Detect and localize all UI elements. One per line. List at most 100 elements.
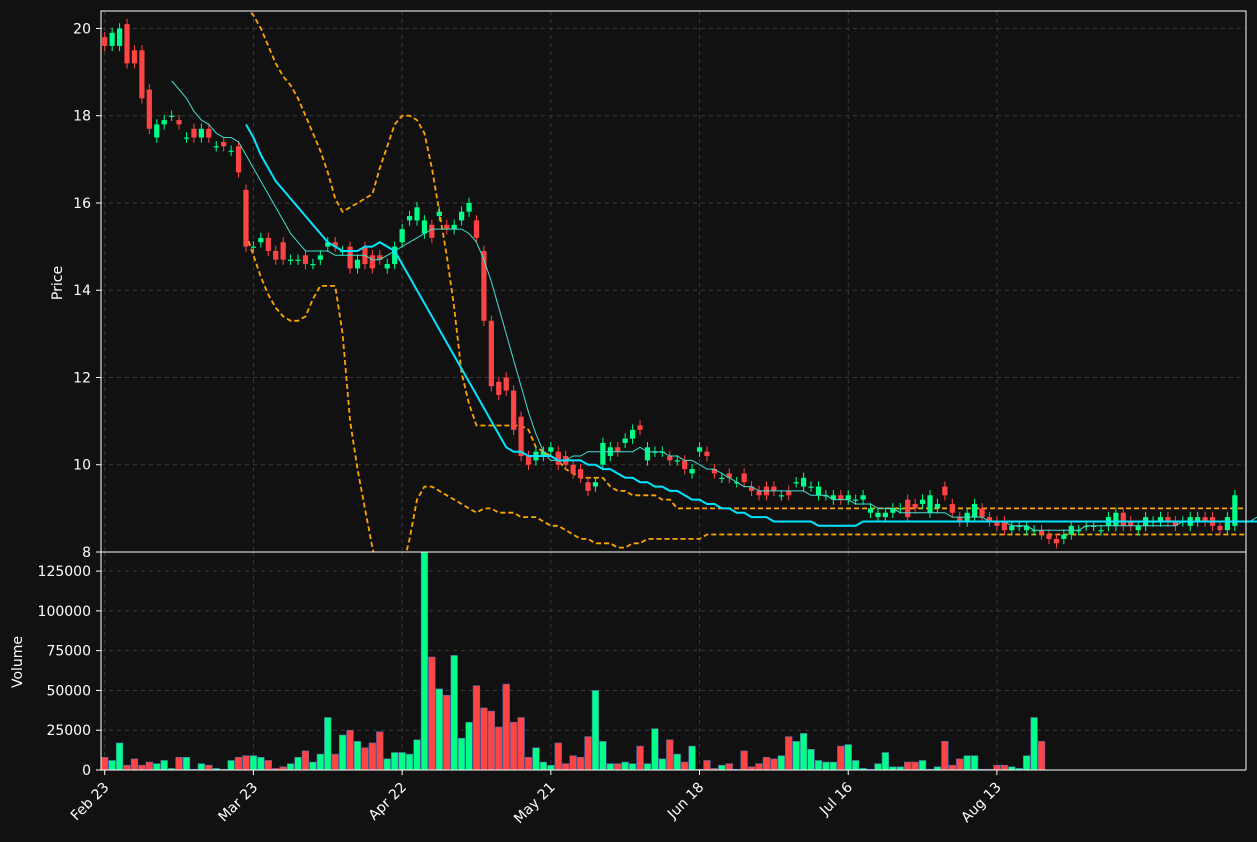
candle-body [860,495,866,500]
ma-short-line [171,80,1257,531]
candle-body [949,504,955,513]
volume-bar [309,761,317,771]
volume-bar [1030,717,1038,771]
volume-bar [636,745,644,771]
volume-bar [368,742,377,771]
volume-bar [792,741,800,771]
volume-bar [234,756,243,771]
volume-bar [651,728,659,771]
candle-body [496,381,502,395]
candle-body [548,447,554,452]
candle-body [503,377,509,391]
candle-body [815,486,822,496]
volume-bar [391,752,399,771]
candle-body [1009,525,1015,531]
candle-body [756,490,762,496]
candle-body [473,220,480,238]
candle-body [1038,530,1045,535]
candle-body [139,50,145,99]
candle-body [406,216,413,221]
volume-bar [606,763,614,771]
volume-bar [465,721,473,771]
volume-bar [145,761,153,771]
volume-tick-label: 100000 [38,604,91,620]
volume-bar [257,756,265,771]
price-tick-label: 20 [73,21,91,37]
candle-body [161,120,167,125]
volume-bar [941,741,949,771]
candle-body [481,250,487,321]
volume-bar [569,755,577,771]
candle-body [235,146,242,173]
volume-bar [1023,755,1031,771]
candle-body [444,224,450,230]
price-candles [102,18,1238,549]
candle-body [250,246,257,248]
candle-body [637,425,643,430]
candle-body [1098,530,1104,532]
candle-body [674,460,680,462]
volume-bar [331,753,339,771]
candle-body [927,495,933,513]
volume-bar [547,764,555,771]
candle-body [265,237,271,251]
candle-body [421,220,428,234]
candle-body [317,255,323,260]
volume-bar [294,756,302,771]
candle-body [600,442,606,465]
x-tick-label: Jun 18 [664,780,707,823]
candle-body [570,464,576,474]
volume-bar [1000,764,1009,771]
volume-bar [182,756,191,771]
candle-body [771,486,777,491]
volume-bar [554,742,562,771]
candle-body [845,495,851,500]
candle-body [518,416,524,457]
candle-body [1135,525,1141,531]
volume-bar [115,742,124,771]
volume-bar [904,761,912,771]
volume-bar [688,745,696,771]
volume-bar [524,756,533,771]
candle-body [585,482,591,491]
candle-body [228,150,234,152]
axes [96,10,1247,775]
volume-bar [628,763,637,771]
candle-body [1217,525,1223,531]
volume-bar [539,761,548,771]
candle-body [176,120,182,125]
candle-body [124,24,130,64]
volume-bar [420,551,429,771]
candle-body [882,512,889,518]
candle-body [213,146,219,148]
volume-bar [480,707,488,771]
candle-body [1120,512,1126,526]
candle-body [778,495,784,497]
candle-body [488,320,494,387]
volume-bar [599,741,607,771]
candle-body [972,504,978,518]
volume-bar [338,734,347,771]
volume-bar [1037,741,1046,771]
volume-bar [502,683,510,771]
volume-bar [614,763,622,771]
price-tick-label: 14 [73,283,91,299]
candle-body [1061,534,1067,539]
candle-body [347,246,353,269]
volume-bar [703,760,711,771]
candle-body [354,259,361,269]
price-tick-label: 12 [73,370,91,386]
candle-body [689,469,695,474]
volume-bar [993,764,1001,771]
candle-body [169,115,175,117]
candle-body [1224,517,1231,531]
volume-bar [532,747,540,771]
volume-bar [443,694,451,771]
volume-bar [301,750,310,771]
volume-bar [837,745,845,771]
moving-averages [171,80,1257,531]
candle-body [206,128,212,138]
candle-body [1053,538,1060,544]
volume-bar [346,729,354,771]
candle-body [198,128,204,138]
